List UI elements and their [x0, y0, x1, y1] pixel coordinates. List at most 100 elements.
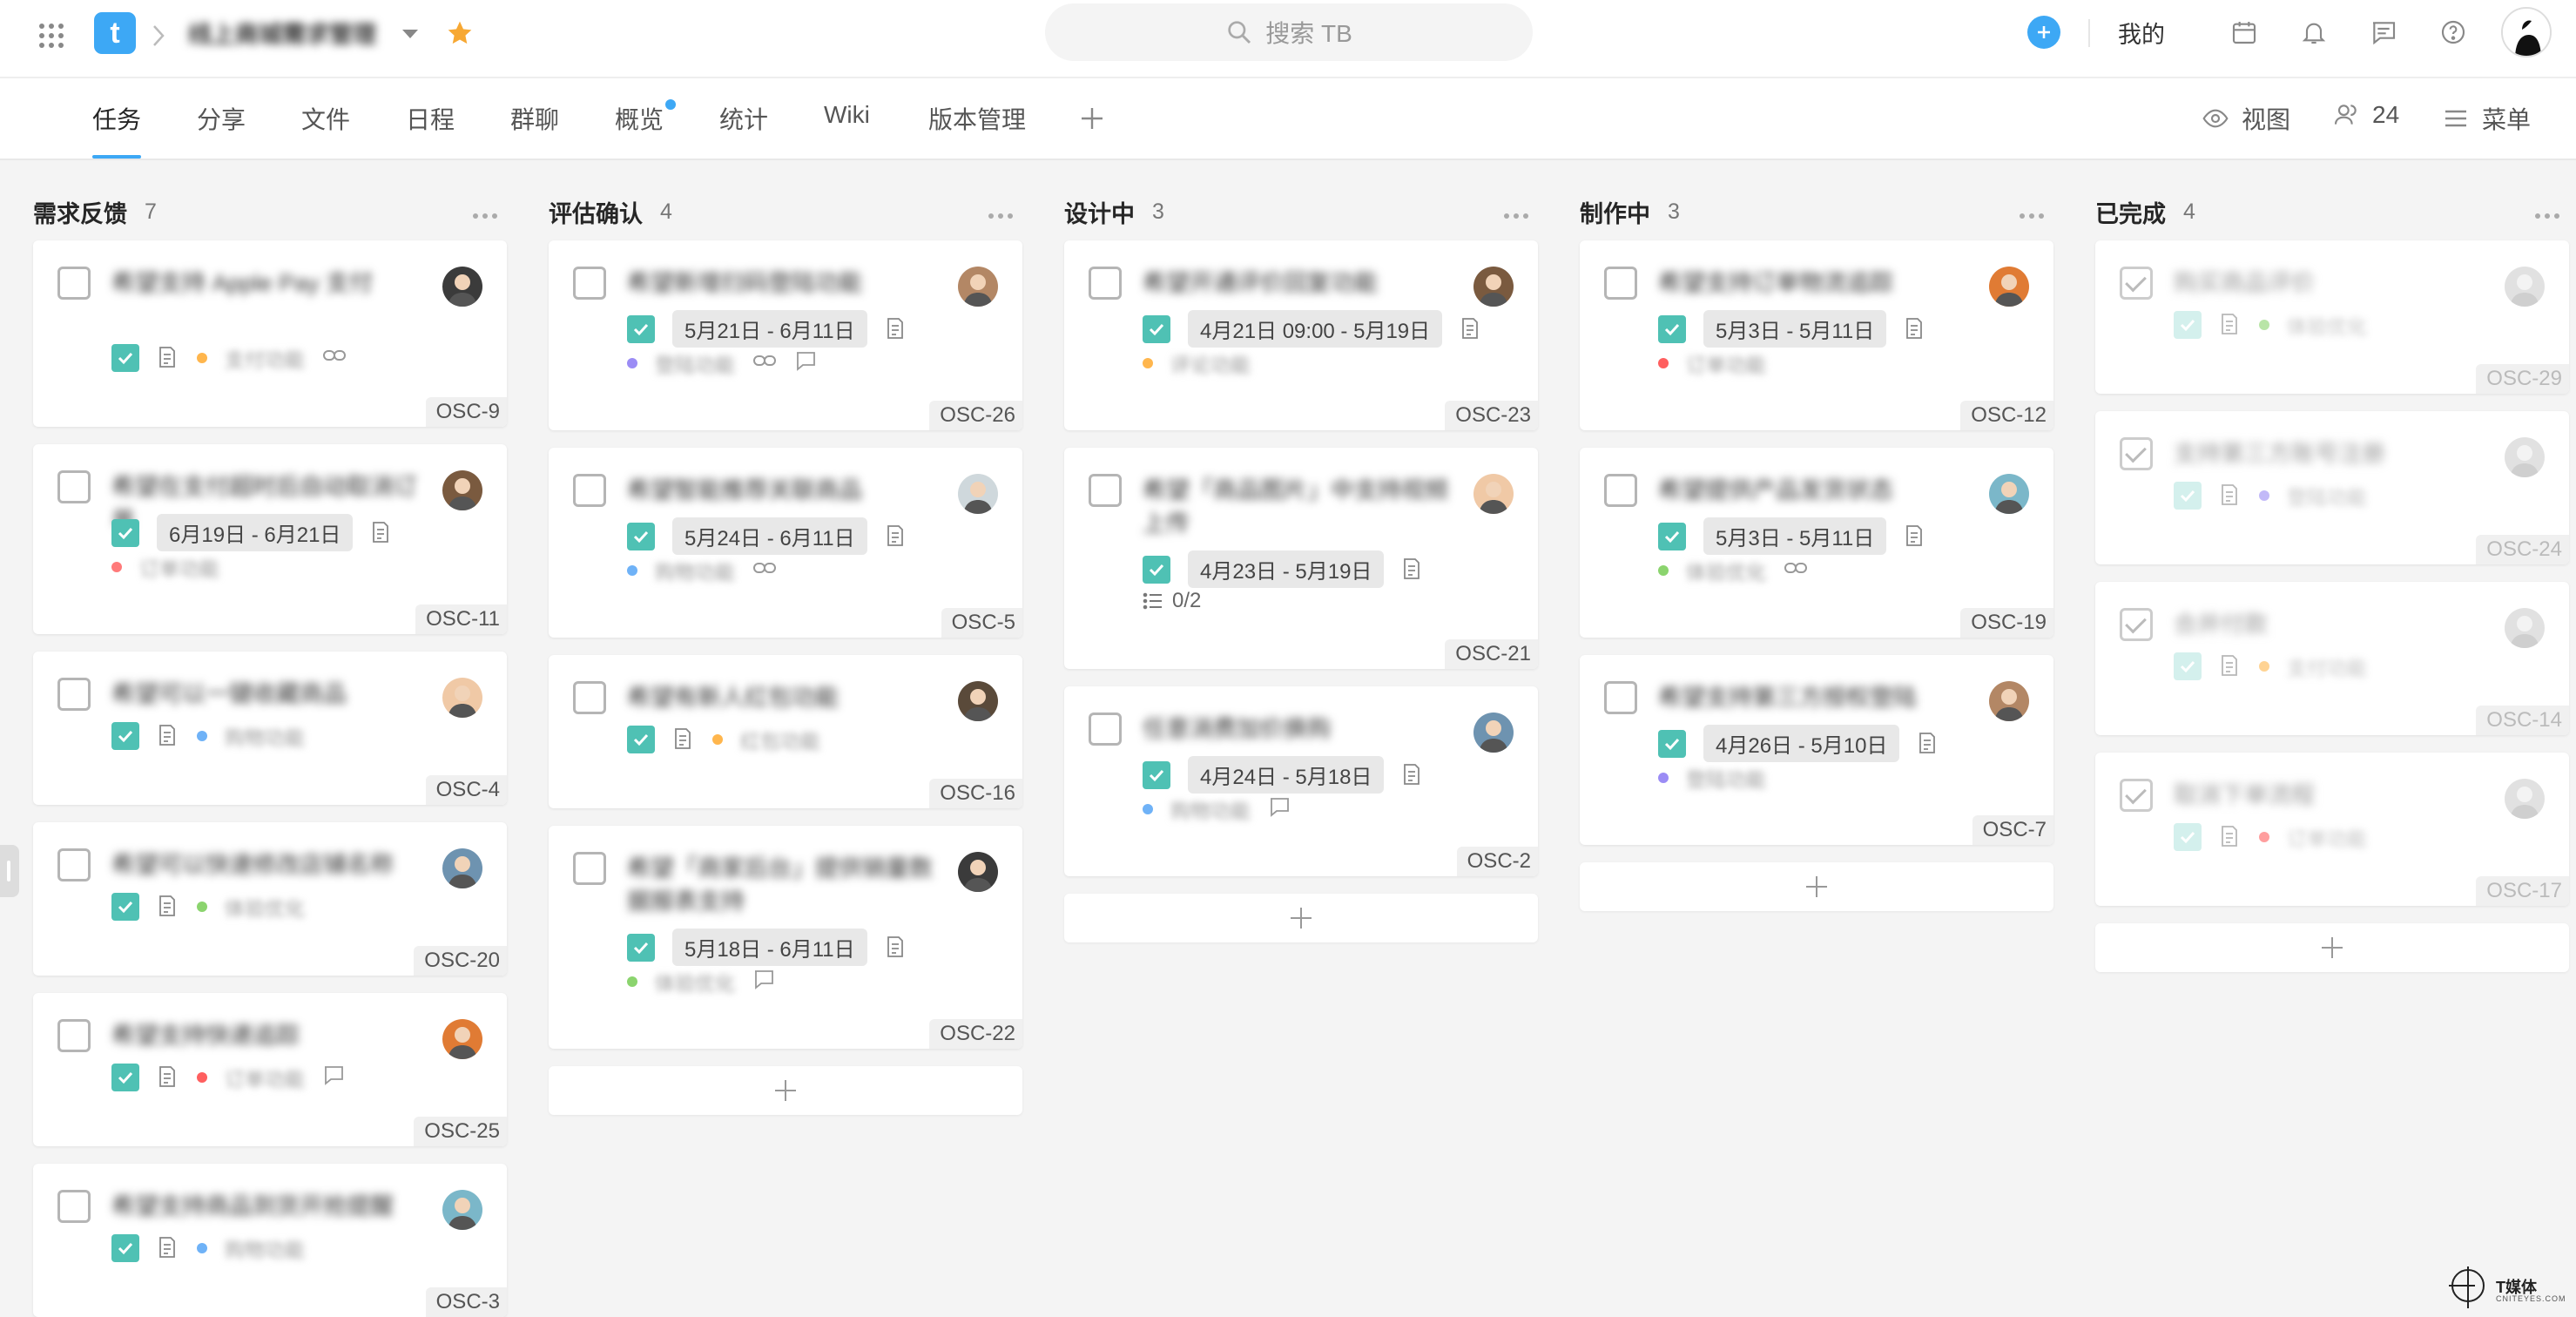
- more-icon[interactable]: [2019, 199, 2045, 226]
- mine-link[interactable]: 我的: [2118, 16, 2165, 50]
- user-avatar[interactable]: [2501, 7, 2552, 57]
- task-checkbox[interactable]: [573, 474, 606, 507]
- due-date[interactable]: 5月21日 - 6月11日: [672, 310, 867, 348]
- tag-label[interactable]: 支付功能: [2287, 652, 2367, 681]
- due-date[interactable]: 5月18日 - 6月11日: [672, 929, 867, 966]
- task-title[interactable]: 希望支持 Apple Pay 支付: [111, 267, 425, 300]
- tag-label[interactable]: 体验优化: [1686, 556, 1766, 585]
- task-checkbox[interactable]: [57, 1190, 91, 1223]
- task-checkbox[interactable]: [57, 678, 91, 711]
- due-date[interactable]: 4月26日 - 5月10日: [1703, 725, 1900, 762]
- task-title[interactable]: 支持第三方账号注册: [2174, 437, 2487, 470]
- assignee-avatar[interactable]: [958, 681, 998, 721]
- sidebar-toggle[interactable]: [0, 845, 19, 897]
- tab-files[interactable]: 文件: [301, 101, 350, 159]
- task-card[interactable]: 希望支持订单物流追踪 5月3日 - 5月11日 订单功能 OSC-12: [1580, 240, 2053, 430]
- task-title[interactable]: 希望开通评价回复功能: [1143, 267, 1456, 300]
- star-icon[interactable]: [444, 17, 475, 49]
- due-date[interactable]: 6月19日 - 6月21日: [157, 514, 354, 551]
- task-card[interactable]: 希望支持第三方授权登陆 4月26日 - 5月10日 登陆功能 OSC-7: [1580, 655, 2053, 845]
- tag-label[interactable]: 登陆功能: [655, 348, 735, 378]
- due-date[interactable]: 4月24日 - 5月18日: [1188, 756, 1385, 794]
- task-card[interactable]: 希望开通评价回复功能 4月21日 09:00 - 5月19日 评论功能 OSC-23: [1064, 240, 1538, 430]
- task-checkbox[interactable]: [1089, 474, 1122, 507]
- assignee-avatar[interactable]: [2505, 608, 2545, 648]
- assignee-avatar[interactable]: [1989, 474, 2029, 514]
- tag-label[interactable]: 购物功能: [225, 721, 305, 751]
- task-title[interactable]: 希望支持第三方授权登陆: [1658, 681, 1972, 714]
- add-task-button[interactable]: [1580, 862, 2053, 911]
- tag-label[interactable]: 购物功能: [225, 1233, 305, 1263]
- task-checkbox[interactable]: [2120, 267, 2153, 300]
- chevron-down-icon[interactable]: [401, 24, 420, 44]
- task-title[interactable]: 希望「商家后台」提供销量数据报表支持: [627, 852, 941, 918]
- task-title[interactable]: 希望可以快速修改店铺名称: [111, 848, 425, 881]
- bell-icon[interactable]: [2297, 16, 2330, 49]
- tag-label[interactable]: 订单功能: [2287, 822, 2367, 852]
- task-checkbox[interactable]: [57, 848, 91, 881]
- tag-label[interactable]: 购物功能: [655, 556, 735, 585]
- task-checkbox[interactable]: [1604, 681, 1637, 714]
- task-checkbox[interactable]: [573, 681, 606, 714]
- menu-button[interactable]: 菜单: [2442, 101, 2531, 136]
- tab-statistics[interactable]: 统计: [719, 101, 768, 159]
- task-card[interactable]: 支持第三方账号注册 登陆功能 OSC-24: [2095, 411, 2569, 564]
- assignee-avatar[interactable]: [442, 470, 482, 510]
- task-title[interactable]: 希望新增扫码登陆功能: [627, 267, 941, 300]
- view-button[interactable]: 视图: [2202, 101, 2290, 136]
- tab-wiki[interactable]: Wiki: [824, 101, 870, 159]
- task-checkbox[interactable]: [2120, 437, 2153, 470]
- calendar-icon[interactable]: [2228, 16, 2261, 49]
- more-icon[interactable]: [472, 199, 498, 226]
- task-card[interactable]: 希望支持 Apple Pay 支付 支付功能 OSC-9: [33, 240, 507, 427]
- task-card[interactable]: 购买商品评价 体验优化 OSC-29: [2095, 240, 2569, 394]
- task-title[interactable]: 希望「商品图片」中支持视频上传: [1143, 474, 1456, 540]
- due-date[interactable]: 5月3日 - 5月11日: [1703, 517, 1887, 555]
- task-checkbox[interactable]: [1604, 474, 1637, 507]
- create-button[interactable]: [2027, 16, 2060, 49]
- tab-group-chat[interactable]: 群聊: [510, 101, 559, 159]
- assignee-avatar[interactable]: [2505, 267, 2545, 307]
- task-card[interactable]: 合并付款 支付功能 OSC-14: [2095, 582, 2569, 735]
- tag-label[interactable]: 红包功能: [740, 725, 820, 754]
- tag-label[interactable]: 评论功能: [1170, 348, 1251, 378]
- task-checkbox[interactable]: [57, 470, 91, 503]
- task-checkbox[interactable]: [2120, 608, 2153, 641]
- assignee-avatar[interactable]: [1473, 713, 1514, 753]
- due-date[interactable]: 5月3日 - 5月11日: [1703, 310, 1887, 348]
- task-title[interactable]: 希望有新人红包功能: [627, 681, 941, 714]
- task-checkbox[interactable]: [57, 1019, 91, 1052]
- task-title[interactable]: 希望支持商品到货开抢提醒: [111, 1190, 425, 1223]
- search-input[interactable]: 搜索 TB: [1045, 3, 1533, 61]
- tag-label[interactable]: 登陆功能: [1686, 763, 1766, 793]
- assignee-avatar[interactable]: [2505, 779, 2545, 819]
- task-card[interactable]: 希望「商品图片」中支持视频上传 4月23日 - 5月19日 0/2 OSC-21: [1064, 448, 1538, 669]
- assignee-avatar[interactable]: [442, 678, 482, 718]
- assignee-avatar[interactable]: [1473, 267, 1514, 307]
- task-card[interactable]: 希望在支付超时后自动取消订单6月19日 - 6月21日订单功能OSC-11: [33, 444, 507, 634]
- add-task-button[interactable]: [1064, 894, 1538, 942]
- tag-label[interactable]: 体验优化: [2287, 310, 2367, 340]
- more-icon[interactable]: [2534, 199, 2560, 226]
- tab-schedule[interactable]: 日程: [406, 101, 455, 159]
- task-checkbox[interactable]: [57, 267, 91, 300]
- project-title[interactable]: 线上商城需求管理: [188, 16, 376, 51]
- assignee-avatar[interactable]: [442, 1190, 482, 1230]
- task-title[interactable]: 希望支持订单物流追踪: [1658, 267, 1972, 300]
- task-title[interactable]: 希望可以一键收藏商品: [111, 678, 425, 711]
- due-date[interactable]: 4月21日 09:00 - 5月19日: [1188, 310, 1443, 348]
- assignee-avatar[interactable]: [442, 848, 482, 888]
- task-card[interactable]: 希望提供产品发货状态 5月3日 - 5月11日 体验优化 OSC-19: [1580, 448, 2053, 638]
- task-card[interactable]: 希望有新人红包功能 红包功能 OSC-16: [549, 655, 1022, 808]
- tag-label[interactable]: 支付功能: [225, 343, 305, 373]
- task-title[interactable]: 任意消费加价换购: [1143, 713, 1456, 746]
- apps-grid-icon[interactable]: [37, 21, 66, 51]
- task-card[interactable]: 希望可以快速修改店铺名称 体验优化 OSC-20: [33, 822, 507, 976]
- task-card[interactable]: 取消下单流程 订单功能 OSC-17: [2095, 753, 2569, 906]
- assignee-avatar[interactable]: [958, 267, 998, 307]
- due-date[interactable]: 4月23日 - 5月19日: [1188, 550, 1385, 588]
- add-task-button[interactable]: [549, 1066, 1022, 1115]
- task-checkbox[interactable]: [573, 267, 606, 300]
- task-card[interactable]: 希望「商家后台」提供销量数据报表支持 5月18日 - 6月11日 体验优化 OSC-2…: [549, 826, 1022, 1049]
- more-icon[interactable]: [988, 199, 1014, 226]
